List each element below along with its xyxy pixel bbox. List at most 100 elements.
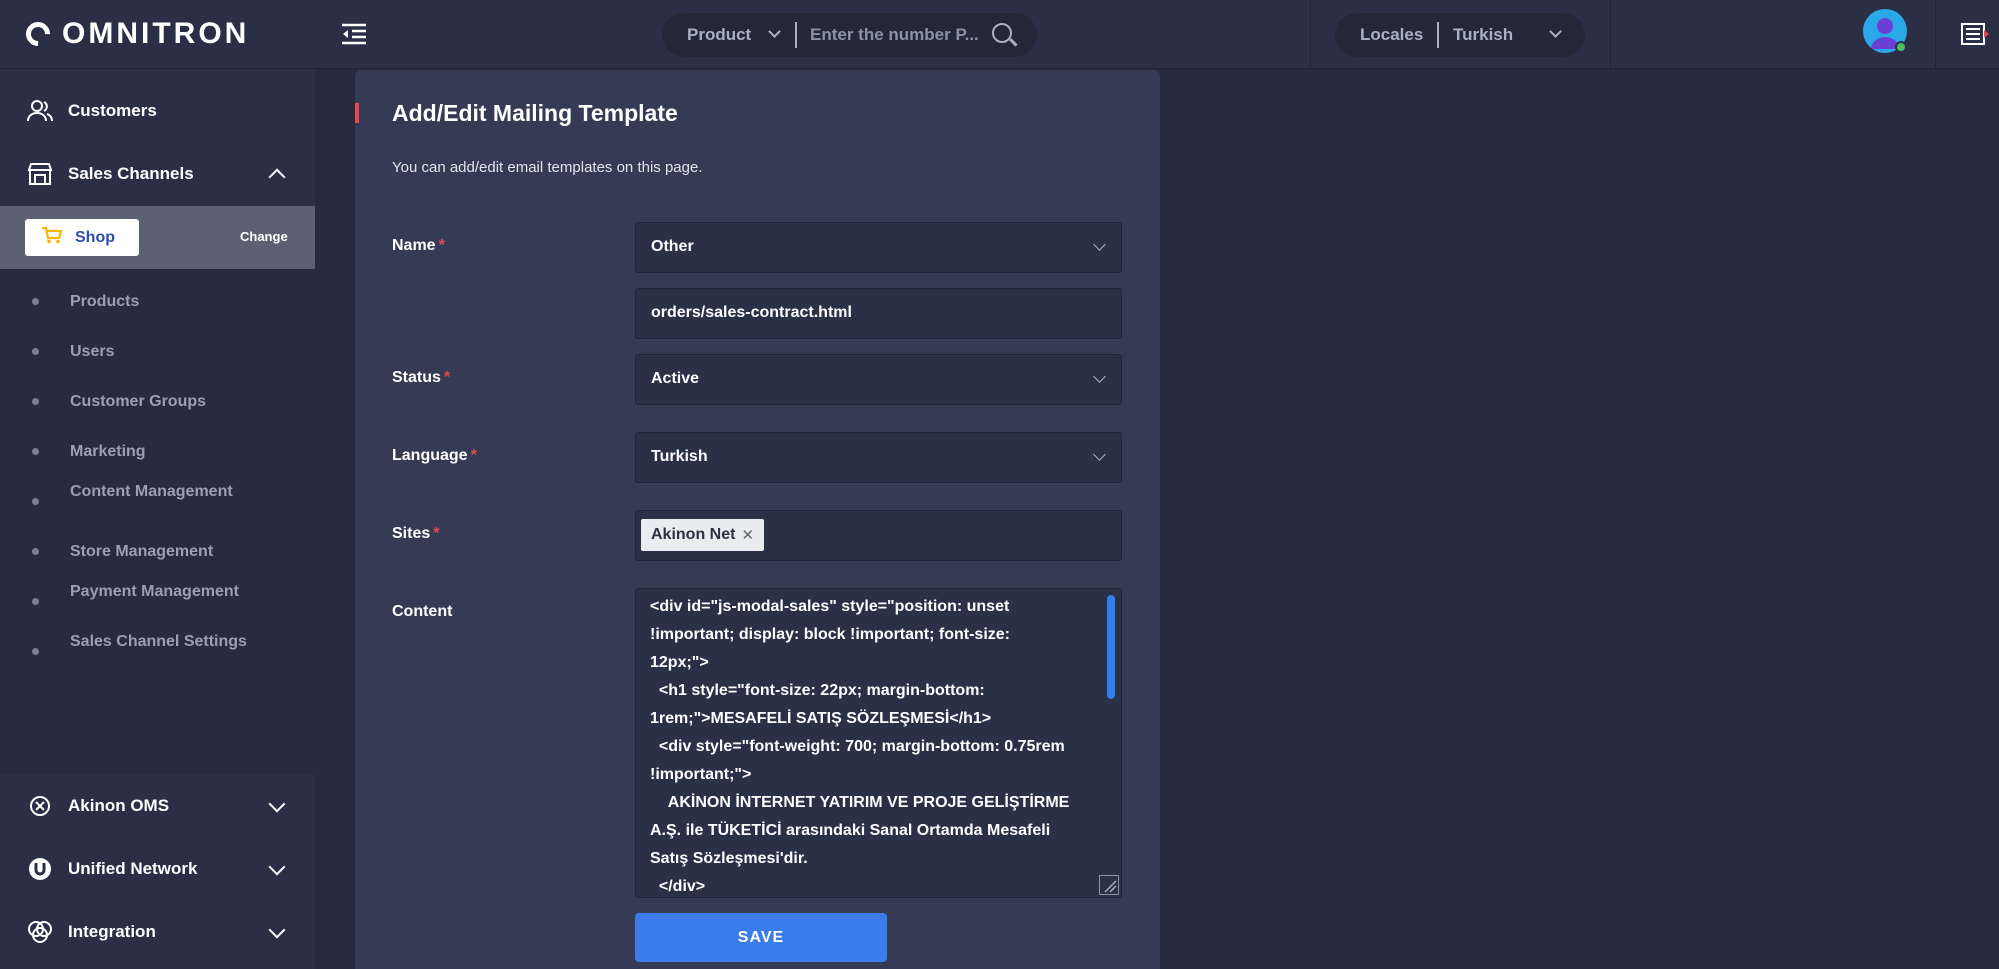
cart-icon: [41, 226, 63, 249]
content-textarea-value: <div id="js-modal-sales" style="position…: [650, 598, 1070, 895]
sales-channel-submenu: Products Users Customer Groups Marketing…: [0, 269, 315, 774]
sidebar-item-sales-channels[interactable]: Sales Channels: [0, 143, 315, 205]
brand-name: OMNITRON: [62, 17, 250, 50]
search-input[interactable]: Enter the number P...: [810, 25, 979, 45]
sidebar-subitem-label: Marketing: [70, 443, 146, 460]
title-accent-bar: [355, 103, 359, 123]
bullet-icon: [32, 398, 39, 405]
mailing-template-form: Add/Edit Mailing Template You can add/ed…: [355, 70, 1160, 969]
bullet-icon: [32, 298, 39, 305]
status-label-text: Status: [392, 369, 441, 386]
menu-collapse-icon[interactable]: [340, 22, 368, 46]
bullet-icon: [32, 348, 39, 355]
chevron-down-icon: [768, 25, 781, 38]
divider: [1437, 22, 1439, 48]
remove-tag-icon[interactable]: ✕: [741, 526, 754, 544]
chevron-down-icon: [268, 921, 286, 939]
sites-label: Sites *: [392, 525, 439, 543]
template-path-value: orders/sales-contract.html: [651, 304, 852, 321]
search-category-select[interactable]: Product: [687, 25, 751, 45]
locale-value: Turkish: [1453, 25, 1514, 44]
language-select-value: Turkish: [651, 448, 708, 465]
sidebar-item-label: Akinon OMS: [68, 796, 170, 815]
status-select-value: Active: [651, 370, 700, 387]
language-label-text: Language: [392, 447, 468, 464]
shop-button[interactable]: Shop: [25, 219, 139, 256]
sidebar-item-label: Sales Channels: [68, 164, 194, 183]
sidebar-subitem-label: Content Management: [70, 483, 233, 500]
resize-handle-icon[interactable]: [1099, 875, 1119, 895]
sidebar-item-integration[interactable]: Integration: [0, 901, 315, 963]
unified-network-icon: [26, 855, 54, 883]
page-description: You can add/edit email templates on this…: [392, 159, 703, 176]
chevron-down-icon: [268, 858, 286, 876]
sidebar-subitem-label: Payment Management: [70, 583, 239, 600]
chevron-down-icon: [268, 795, 286, 813]
locale-selector[interactable]: Locales Turkish: [1335, 13, 1585, 57]
content-label: Content: [392, 603, 453, 620]
language-label: Language *: [392, 447, 477, 465]
sidebar-item-akinon-oms[interactable]: Akinon OMS: [0, 775, 315, 837]
status-label: Status *: [392, 369, 450, 387]
scrollbar[interactable]: [1101, 589, 1119, 897]
required-mark: *: [470, 447, 477, 464]
name-label: Name *: [392, 237, 445, 255]
content-textarea[interactable]: <div id="js-modal-sales" style="position…: [635, 588, 1122, 898]
integration-icon: [26, 918, 54, 946]
chevron-down-icon: [1093, 238, 1106, 251]
site-tag-label: Akinon Net: [651, 526, 736, 543]
language-select[interactable]: Turkish: [635, 432, 1122, 483]
sidebar-subitem-label: Store Management: [70, 543, 214, 560]
chevron-down-icon: [1093, 370, 1106, 383]
chevron-down-icon: [1549, 25, 1562, 38]
sidebar-item-customers[interactable]: Customers: [0, 80, 315, 142]
bullet-icon: [32, 498, 39, 505]
app-frame: OMNITRON Customers Sales Channels Shop C…: [0, 0, 1999, 969]
scrollbar-thumb[interactable]: [1107, 595, 1115, 699]
sidebar-item-label: Integration: [68, 922, 156, 941]
oms-icon: [26, 792, 54, 820]
divider: [1610, 0, 1611, 69]
sidebar: OMNITRON Customers Sales Channels Shop C…: [0, 0, 315, 969]
locales-label: Locales: [1360, 25, 1424, 44]
divider: [795, 22, 797, 48]
template-path-input[interactable]: orders/sales-contract.html: [635, 288, 1122, 339]
save-button[interactable]: SAVE: [635, 913, 887, 962]
chevron-up-icon: [268, 168, 286, 186]
notifications-icon[interactable]: [1960, 22, 1990, 46]
store-icon: [26, 160, 54, 188]
change-channel-link[interactable]: Change: [240, 229, 288, 244]
channel-selector: Shop Change: [0, 206, 315, 269]
status-select[interactable]: Active: [635, 354, 1122, 405]
divider: [1935, 0, 1936, 69]
required-mark: *: [443, 369, 451, 386]
name-label-text: Name: [392, 237, 436, 254]
required-mark: *: [433, 525, 440, 542]
sidebar-item-label: Unified Network: [68, 859, 198, 878]
users-icon: [26, 97, 54, 125]
search-icon[interactable]: [992, 23, 1012, 43]
online-status-dot: [1895, 41, 1907, 53]
required-mark: *: [438, 237, 445, 254]
sites-multiselect[interactable]: Akinon Net ✕: [635, 510, 1122, 561]
shop-label: Shop: [75, 228, 115, 246]
bullet-icon: [32, 548, 39, 555]
global-search: Product Enter the number P...: [662, 13, 1037, 57]
page-title: Add/Edit Mailing Template: [392, 100, 678, 126]
brand-logo[interactable]: OMNITRON: [0, 0, 315, 69]
bullet-icon: [32, 598, 39, 605]
bullet-icon: [32, 648, 39, 655]
sidebar-subitem-label: Products: [70, 293, 140, 310]
sites-label-text: Sites: [392, 525, 431, 542]
sidebar-subitem-label: Users: [70, 343, 115, 360]
site-tag: Akinon Net ✕: [641, 519, 765, 551]
top-bar: Product Enter the number P... Locales Tu…: [315, 0, 1999, 69]
sidebar-subitem-label: Sales Channel Settings: [70, 633, 247, 650]
sidebar-item-label: Customers: [68, 101, 157, 120]
name-select-value: Other: [651, 238, 694, 255]
sidebar-item-unified-network[interactable]: Unified Network: [0, 838, 315, 900]
chevron-down-icon: [1093, 448, 1106, 461]
bullet-icon: [32, 448, 39, 455]
name-select[interactable]: Other: [635, 222, 1122, 273]
logo-mark-icon: [21, 17, 55, 51]
